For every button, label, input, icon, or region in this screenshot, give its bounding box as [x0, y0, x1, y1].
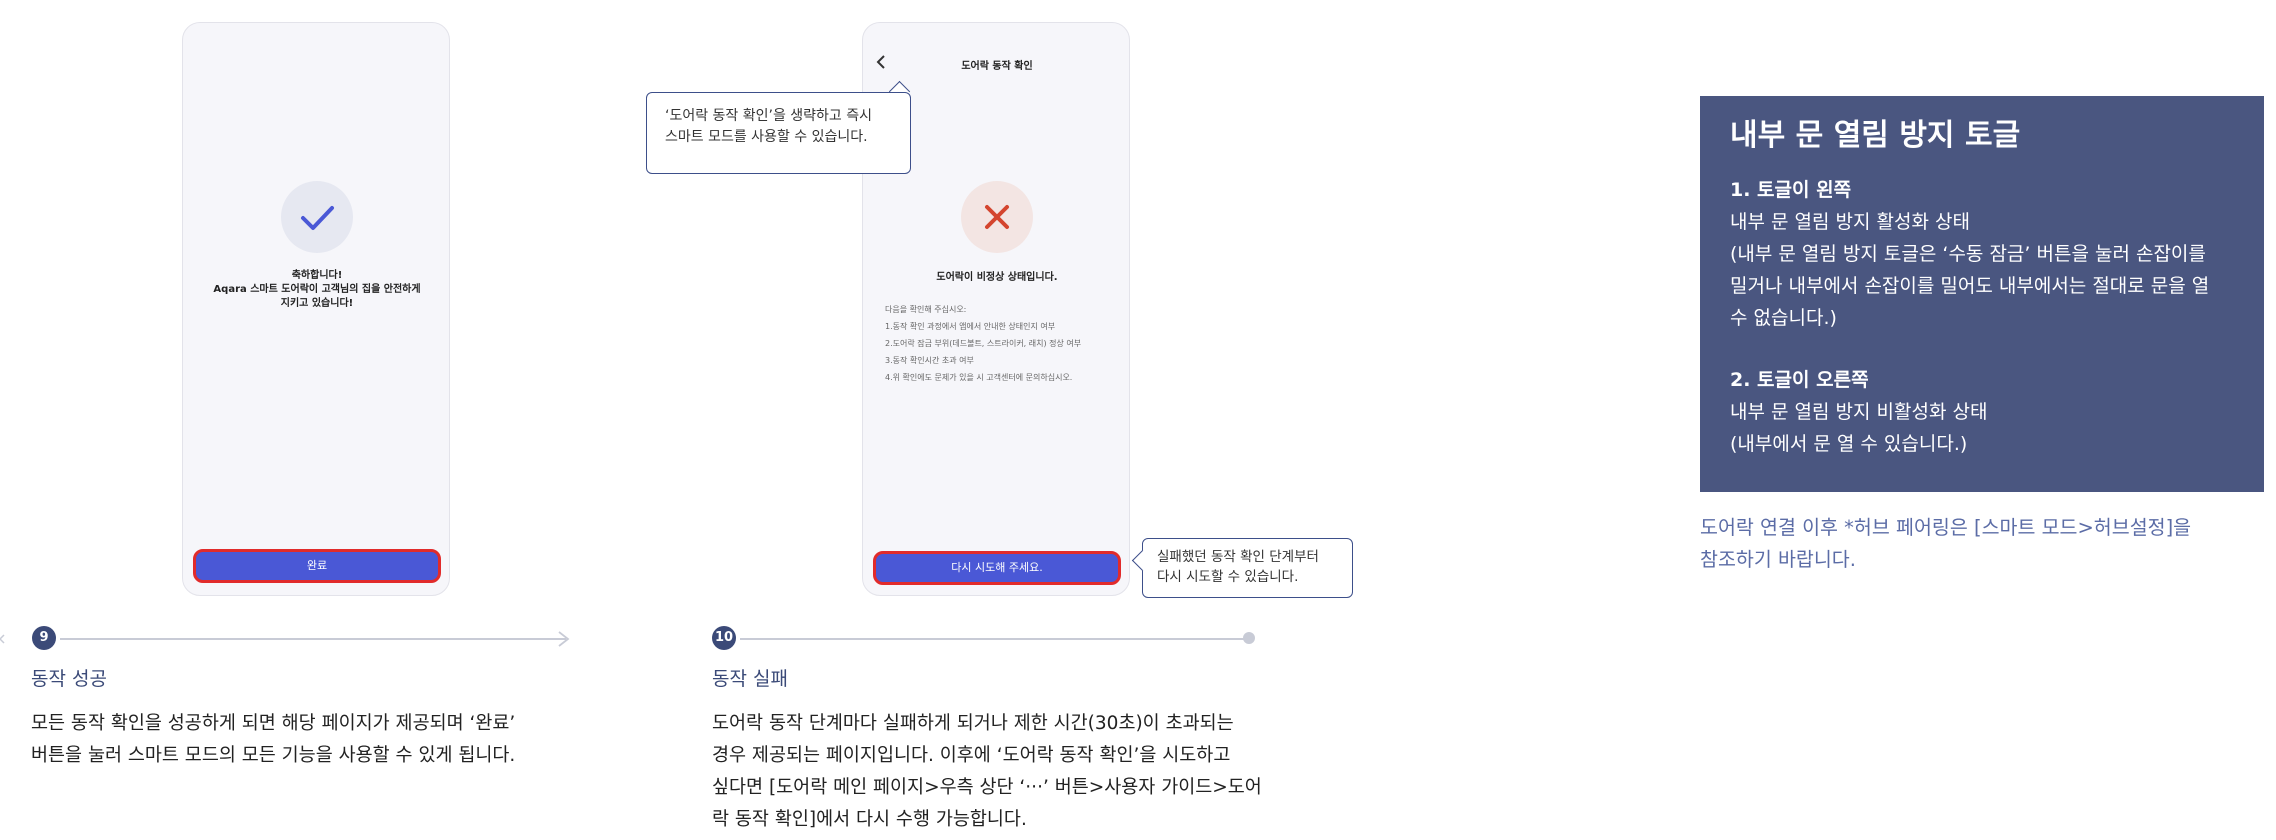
callout-line: 다시 시도할 수 있습니다.: [1157, 569, 1299, 585]
step-number-10: 10: [712, 626, 736, 650]
timeline-left-tick: [0, 634, 5, 644]
callout-retry: 실패했던 동작 확인 단계부터 다시 시도할 수 있습니다.: [1142, 538, 1353, 598]
callout-skip-check: ‘도어락 동작 확인’을 생략하고 즉시 스마트 모드를 사용할 수 있습니다.: [646, 92, 911, 174]
congrats-line: Aqara 스마트 도어락이 고객님의 집을 안전하게: [213, 284, 421, 295]
description-line: 모든 동작 확인을 성공하게 되면 해당 페이지가 제공되며 ‘완료’: [31, 713, 516, 734]
info-right-desc: (내부에서 문 열 수 있습니다.): [1730, 433, 1968, 455]
failure-status: 도어락이 비정상 상태입니다.: [936, 272, 1058, 283]
step-description-failure: 도어락 동작 단계마다 실패하게 되거나 제한 시간(30초)이 초과되는 경우…: [712, 708, 1262, 836]
arrow-right-icon: [558, 631, 570, 647]
step-title-success: 동작 성공: [31, 668, 107, 690]
hub-pairing-note: 도어락 연결 이후 *허브 페어링은 [스마트 모드>허브설정]을 참조하기 바…: [1700, 512, 2260, 576]
description-line: 싶다면 [도어락 메인 페이지>우측 상단 ‘···’ 버튼>사용자 가이드>도…: [712, 777, 1262, 798]
checklist-item: 1.동작 확인 과정에서 앱에서 안내한 상태인지 여부: [885, 322, 1056, 331]
congrats-line: 축하합니다!: [291, 270, 343, 281]
x-icon: [985, 205, 1009, 229]
step-number-9: 9: [32, 626, 56, 650]
info-left-desc: 수 없습니다.): [1730, 307, 1837, 329]
callout-line: 스마트 모드를 사용할 수 있습니다.: [665, 129, 868, 145]
info-left-state: 내부 문 열림 방지 활성화 상태: [1730, 211, 1970, 233]
note-line: 도어락 연결 이후 *허브 페어링은 [스마트 모드>허브설정]을: [1700, 516, 2192, 539]
step-title-failure: 동작 실패: [712, 668, 788, 690]
info-right-state: 내부 문 열림 방지 비활성화 상태: [1730, 401, 1988, 423]
info-left-desc: 밀거나 내부에서 손잡이를 밀어도 내부에서는 절대로 문을 열: [1730, 275, 2210, 297]
callout-line: ‘도어락 동작 확인’을 생략하고 즉시: [665, 108, 873, 124]
checklist: 다음을 확인해 주십시오: 1.동작 확인 과정에서 앱에서 안내한 상태인지 …: [885, 301, 1081, 386]
retry-button[interactable]: 다시 시도해 주세요.: [873, 551, 1121, 585]
timeline-line: [740, 638, 1246, 640]
info-left-heading: 1. 토글이 왼쪽: [1730, 179, 1852, 201]
done-button[interactable]: 완료: [193, 549, 441, 583]
step-description-success: 모든 동작 확인을 성공하게 되면 해당 페이지가 제공되며 ‘완료’ 버튼을 …: [31, 708, 515, 772]
check-icon: [301, 206, 334, 230]
info-panel: 내부 문 열림 방지 토글 1. 토글이 왼쪽 내부 문 열림 방지 활성화 상…: [1700, 96, 2264, 492]
phone-success-screen: 축하합니다! Aqara 스마트 도어락이 고객님의 집을 안전하게 지키고 있…: [182, 22, 450, 596]
description-line: 버튼을 눌러 스마트 모드의 모든 기능을 사용할 수 있게 됩니다.: [31, 745, 516, 766]
timeline-line: [60, 638, 566, 640]
timeline-end-dot: [1243, 632, 1255, 644]
congrats-line: 지키고 있습니다!: [280, 298, 354, 309]
checklist-item: 2.도어락 잠금 부위(데드볼트, 스트라이커, 래치) 정상 여부: [885, 339, 1082, 348]
info-right-heading: 2. 토글이 오른쪽: [1730, 369, 1869, 391]
success-badge: [281, 181, 353, 253]
congrats-message: 축하합니다! Aqara 스마트 도어락이 고객님의 집을 안전하게 지키고 있…: [183, 269, 451, 311]
callout-line: 실패했던 동작 확인 단계부터: [1157, 549, 1319, 565]
failure-badge: [961, 181, 1033, 253]
checklist-item: 다음을 확인해 주십시오:: [885, 305, 967, 314]
description-line: 도어락 동작 단계마다 실패하게 되거나 제한 시간(30초)이 초과되는: [712, 713, 1234, 734]
description-line: 락 동작 확인]에서 다시 수행 가능합니다.: [712, 809, 1027, 830]
note-line: 참조하기 바랍니다.: [1700, 548, 1856, 571]
info-title: 내부 문 열림 방지 토글: [1730, 118, 2021, 153]
phone-title: 도어락 동작 확인: [961, 61, 1033, 72]
description-line: 경우 제공되는 페이지입니다. 이후에 ‘도어락 동작 확인’을 시도하고: [712, 745, 1231, 766]
checklist-item: 3.동작 확인시간 초과 여부: [885, 356, 974, 365]
info-left-desc: (내부 문 열림 방지 토글은 ‘수동 잠금’ 버튼을 눌러 손잡이를: [1730, 243, 2206, 265]
checklist-item: 4.위 확인에도 문제가 있을 시 고객센터에 문의하십시오.: [885, 373, 1073, 382]
